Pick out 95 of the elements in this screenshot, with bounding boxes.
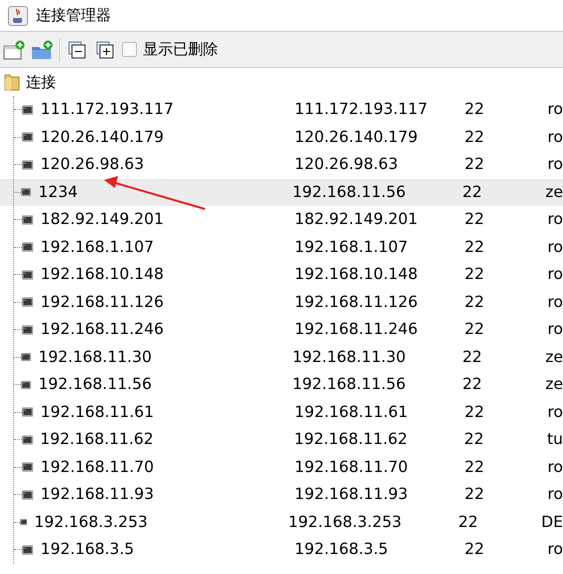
port-cell: 22 xyxy=(462,348,482,366)
port-cell: 22 xyxy=(464,402,484,421)
connection-name: 192.168.11.126 xyxy=(40,292,164,311)
connection-row[interactable]: 192.168.3.253 192.168.3.253 22 DE xyxy=(0,508,563,536)
user-cell: DE xyxy=(541,512,563,531)
tree-root-label[interactable]: 连接 xyxy=(26,70,56,94)
connection-name: 120.26.140.179 xyxy=(40,128,164,146)
user-cell: ro xyxy=(547,128,563,146)
port-cell: 22 xyxy=(462,182,482,201)
collapse-all-button[interactable] xyxy=(66,38,88,60)
connection-row[interactable]: 1234 192.168.11.56 22 ze xyxy=(0,178,563,206)
port-cell: 22 xyxy=(464,100,484,118)
connection-row[interactable]: 120.26.140.179 120.26.140.179 22 ro xyxy=(0,124,563,151)
host-cell: 192.168.3.253 xyxy=(288,512,402,531)
connection-row[interactable]: 120.26.98.63 120.26.98.63 22 ro xyxy=(0,151,563,178)
connection-row[interactable]: 192.168.11.61 192.168.11.61 22 ro xyxy=(0,398,563,426)
connection-row[interactable]: 192.168.11.30 192.168.11.30 22 ze xyxy=(0,344,563,371)
host-cell: 192.168.1.107 xyxy=(294,238,408,256)
new-folder-button[interactable] xyxy=(31,38,53,60)
port-cell: 22 xyxy=(464,320,484,338)
port-cell: 22 xyxy=(464,238,484,256)
host-cell: 192.168.11.30 xyxy=(292,348,406,366)
app-icon xyxy=(8,6,28,26)
connection-name: 192.168.11.62 xyxy=(40,430,154,448)
connection-name: 192.168.11.30 xyxy=(38,348,152,366)
port-cell: 22 xyxy=(464,265,484,284)
host-cell: 192.168.11.126 xyxy=(294,292,418,311)
host-cell: 192.168.11.62 xyxy=(294,430,408,448)
connection-name: 182.92.149.201 xyxy=(40,210,164,228)
connection-row[interactable]: 192.168.11.246 192.168.11.246 22 ro xyxy=(0,316,563,344)
user-cell: ro xyxy=(547,485,563,504)
user-cell: ro xyxy=(547,402,563,421)
connection-row[interactable]: 192.168.11.126 192.168.11.126 22 ro xyxy=(0,288,563,316)
host-cell: 192.168.11.70 xyxy=(294,458,408,476)
connection-name: 192.168.11.56 xyxy=(38,375,152,394)
port-cell: 22 xyxy=(464,210,484,228)
connection-name: 192.168.3.5 xyxy=(40,540,134,558)
user-cell: ro xyxy=(547,100,563,118)
connection-name: 111.172.193.117 xyxy=(40,100,174,118)
user-cell: ze xyxy=(545,348,563,366)
user-cell: ro xyxy=(547,540,563,558)
host-cell: 192.168.11.93 xyxy=(294,485,408,504)
connection-row[interactable]: 192.168.11.62 192.168.11.62 22 tu xyxy=(0,426,563,454)
connection-row[interactable]: 192.168.1.107 192.168.1.107 22 ro xyxy=(0,234,563,261)
connection-name: 192.168.10.148 xyxy=(40,265,164,284)
port-cell: 22 xyxy=(464,155,484,174)
connection-name: 192.168.3.253 xyxy=(34,512,148,531)
checkbox[interactable] xyxy=(122,42,137,57)
user-cell: ro xyxy=(547,155,563,174)
host-cell: 192.168.10.148 xyxy=(294,265,418,284)
connection-name: 1234 xyxy=(38,182,78,201)
expand-all-button[interactable] xyxy=(94,38,116,60)
user-cell: ro xyxy=(547,458,563,476)
port-cell: 22 xyxy=(464,458,484,476)
user-cell: ro xyxy=(547,238,563,256)
host-cell: 192.168.11.56 xyxy=(292,182,406,201)
user-cell: ze xyxy=(545,375,563,394)
host-cell: 182.92.149.201 xyxy=(294,210,418,228)
port-cell: 22 xyxy=(464,430,484,448)
connection-name: 192.168.11.93 xyxy=(40,485,154,504)
host-cell: 192.168.11.56 xyxy=(292,375,406,394)
connection-row[interactable]: 182.92.149.201 182.92.149.201 22 ro xyxy=(0,206,563,234)
connection-name: 192.168.11.61 xyxy=(40,402,154,421)
connection-name: 192.168.1.107 xyxy=(40,238,154,256)
folder-icon xyxy=(4,73,20,91)
connection-row[interactable]: 192.168.3.5 192.168.3.5 22 ro xyxy=(0,536,563,564)
connection-name: 120.26.98.63 xyxy=(40,155,144,174)
host-cell: 111.172.193.117 xyxy=(294,100,428,118)
user-cell: tu xyxy=(547,430,563,448)
host-cell: 192.168.3.5 xyxy=(294,540,388,558)
user-cell: ro xyxy=(547,292,563,311)
connection-row[interactable]: 192.168.11.56 192.168.11.56 22 ze xyxy=(0,371,563,398)
user-cell: ro xyxy=(547,210,563,228)
port-cell: 22 xyxy=(464,540,484,558)
port-cell: 22 xyxy=(458,512,478,531)
user-cell: ro xyxy=(547,265,563,284)
port-cell: 22 xyxy=(464,292,484,311)
port-cell: 22 xyxy=(462,375,482,394)
window-title: 连接管理器 xyxy=(36,5,111,26)
connection-row[interactable]: 192.168.11.70 192.168.11.70 22 ro xyxy=(0,454,563,481)
connection-row[interactable]: 111.172.193.117 111.172.193.117 22 ro xyxy=(0,96,563,124)
port-cell: 22 xyxy=(464,485,484,504)
new-connection-button[interactable] xyxy=(3,38,25,60)
checkbox-label: 显示已删除 xyxy=(143,39,218,60)
host-cell: 192.168.11.246 xyxy=(294,320,418,338)
user-cell: ze xyxy=(545,182,563,201)
host-cell: 192.168.11.61 xyxy=(294,402,408,421)
user-cell: ro xyxy=(547,320,563,338)
connection-name: 192.168.11.246 xyxy=(40,320,164,338)
connection-name: 192.168.11.70 xyxy=(40,458,154,476)
host-cell: 120.26.98.63 xyxy=(294,155,398,174)
connection-row[interactable]: 192.168.11.93 192.168.11.93 22 ro xyxy=(0,481,563,508)
port-cell: 22 xyxy=(464,128,484,146)
connection-row[interactable]: 192.168.10.148 192.168.10.148 22 ro xyxy=(0,261,563,288)
host-cell: 120.26.140.179 xyxy=(294,128,418,146)
